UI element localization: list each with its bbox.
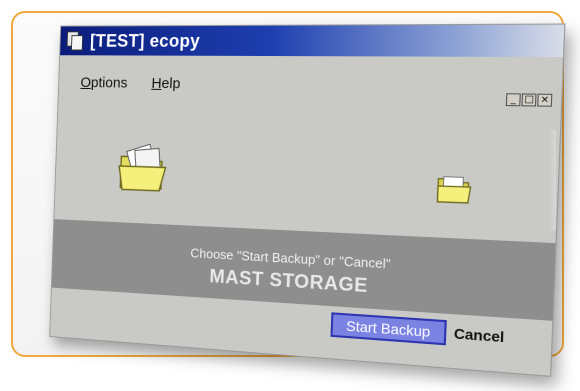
window-stage: [TEST] ecopy _ □ × Options Help Choose "… [49, 24, 563, 391]
title-bar[interactable]: [TEST] ecopy [60, 25, 564, 58]
start-backup-button[interactable]: Start Backup [330, 312, 446, 345]
open-folder-with-documents-icon [116, 143, 175, 196]
menu-options[interactable]: Options [80, 74, 127, 91]
window-title: [TEST] ecopy [90, 30, 201, 51]
status-band: Choose "Start Backup" or "Cancel" MAST S… [52, 219, 556, 321]
closed-folder-icon [435, 172, 473, 205]
menu-help-label: elp [161, 75, 180, 92]
cancel-button[interactable]: Cancel [453, 322, 516, 350]
minimize-button[interactable]: _ [506, 93, 521, 106]
reflection-glare [548, 130, 556, 230]
maximize-button[interactable]: □ [521, 93, 536, 106]
menu-bar: Options Help [80, 74, 180, 92]
close-button[interactable]: × [537, 94, 552, 107]
copy-documents-icon [67, 31, 84, 50]
menu-options-mnemonic: O [80, 74, 91, 90]
menu-options-label: ptions [91, 75, 128, 92]
menu-help-mnemonic: H [151, 75, 162, 92]
app-window: [TEST] ecopy _ □ × Options Help Choose "… [49, 24, 565, 377]
window-controls: _ □ × [506, 93, 553, 107]
menu-help[interactable]: Help [151, 75, 181, 92]
